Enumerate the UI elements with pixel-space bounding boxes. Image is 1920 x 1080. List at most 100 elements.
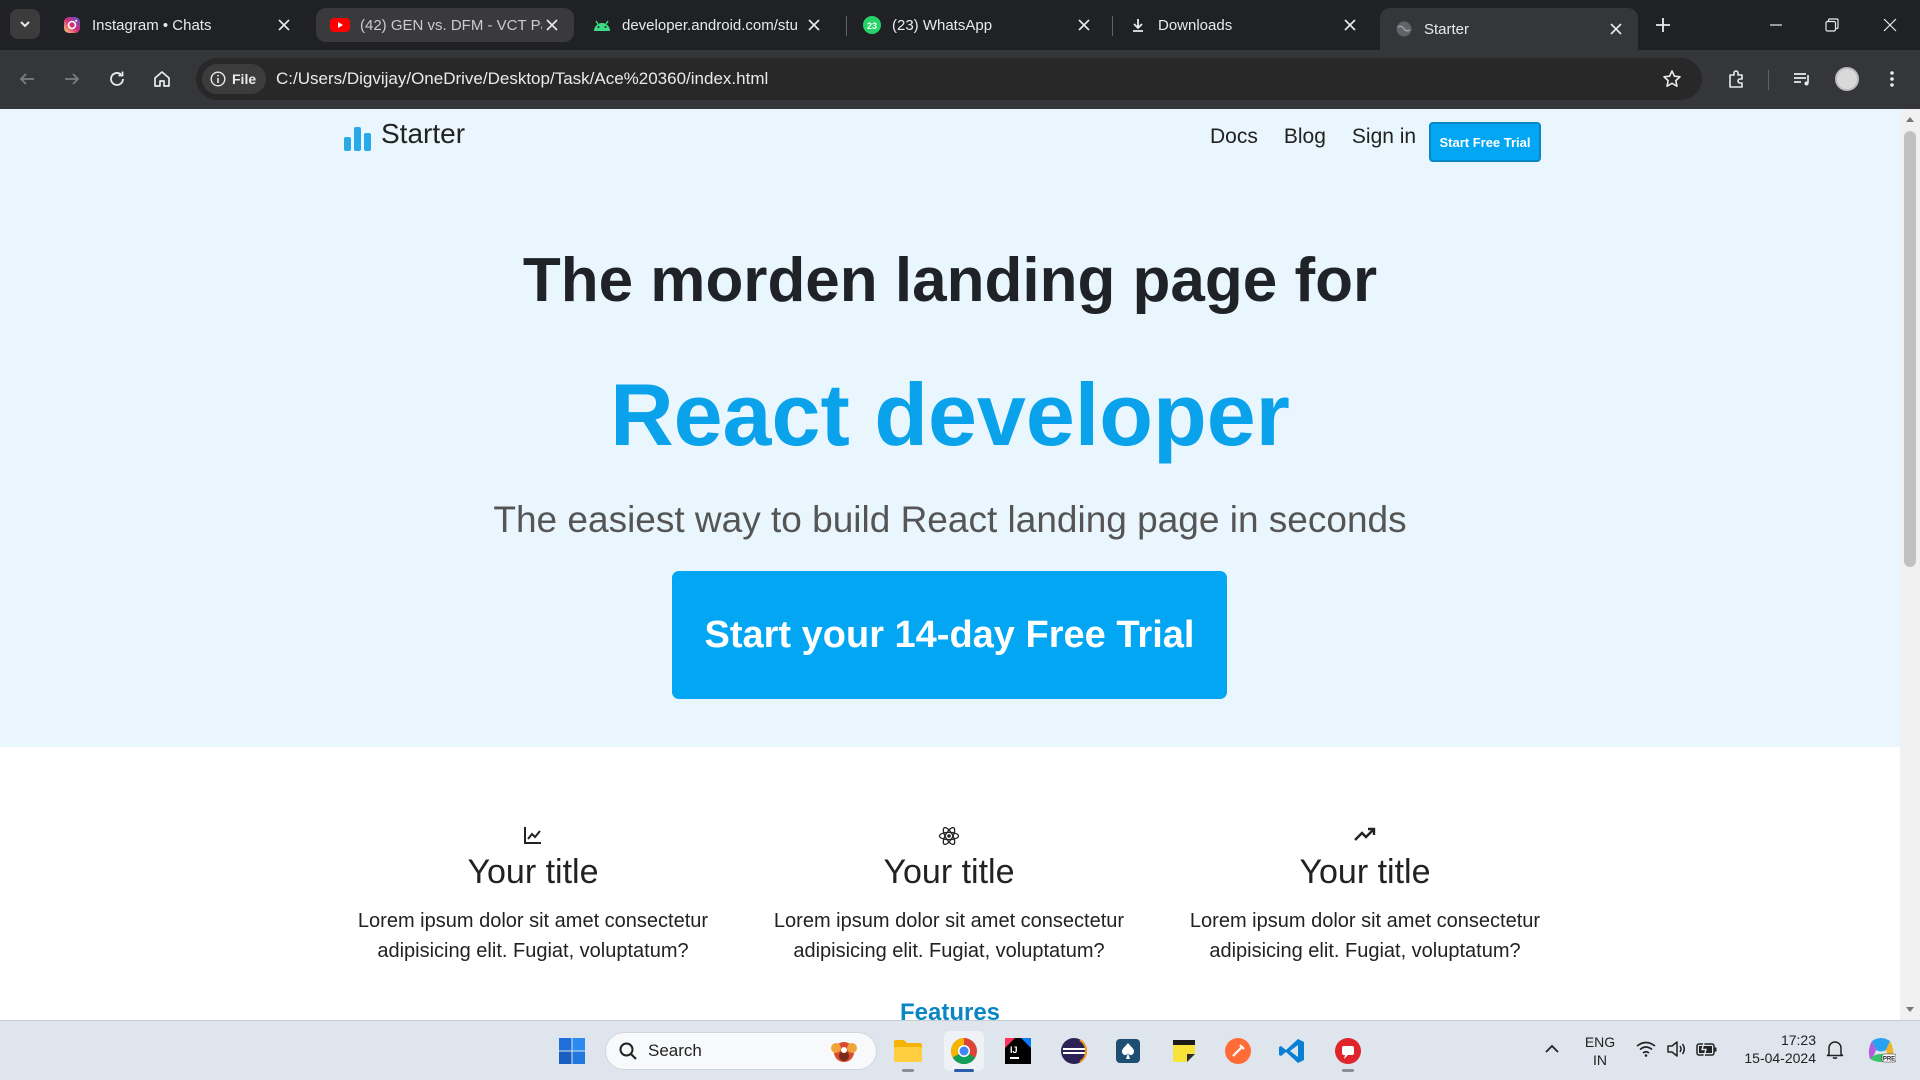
home-icon xyxy=(154,71,170,87)
close-icon[interactable] xyxy=(804,15,824,35)
chip-label: File xyxy=(232,71,257,87)
feature-description-line: Lorem ipsum dolor sit amet consectetur xyxy=(357,910,709,932)
search-highlight-icon xyxy=(826,1038,862,1066)
youtube-icon xyxy=(330,15,350,35)
close-icon[interactable] xyxy=(1340,15,1360,35)
close-icon xyxy=(1883,18,1897,32)
spade-card-icon xyxy=(1116,1039,1140,1063)
back-button[interactable] xyxy=(11,63,43,95)
profile-button[interactable] xyxy=(1831,63,1863,95)
new-tab-button[interactable] xyxy=(1650,12,1676,38)
media-controls-button[interactable] xyxy=(1786,63,1818,95)
tab-search-button[interactable] xyxy=(10,9,40,39)
tab-title: Starter xyxy=(1424,20,1470,38)
running-indicator xyxy=(954,1069,974,1072)
forward-button[interactable] xyxy=(56,63,88,95)
toolbar-separator xyxy=(1768,70,1769,90)
close-icon[interactable] xyxy=(1074,15,1094,35)
tab-instagram[interactable]: Instagram • Chats xyxy=(48,8,306,42)
arrow-right-icon xyxy=(65,73,80,85)
scroll-up-arrow-icon[interactable] xyxy=(1904,113,1916,125)
scroll-down-arrow-icon[interactable] xyxy=(1904,1004,1916,1016)
url-text[interactable]: C:/Users/Digvijay/OneDrive/Desktop/Task/… xyxy=(276,69,768,89)
chevron-up-icon xyxy=(1545,1044,1559,1053)
taskbar-vscode[interactable] xyxy=(1272,1031,1312,1071)
feature-description-line: Lorem ipsum dolor sit amet consectetur xyxy=(773,910,1125,932)
tab-title: (23) WhatsApp xyxy=(892,16,993,34)
clock[interactable]: 17:23 15-04-2024 xyxy=(1732,1031,1816,1067)
close-window-button[interactable] xyxy=(1862,0,1918,50)
eclipse-icon xyxy=(1061,1038,1087,1064)
globe-icon xyxy=(1394,19,1414,39)
feature-description: Lorem ipsum dolor sit amet consectetur a… xyxy=(764,906,1134,966)
taskbar-file-explorer[interactable] xyxy=(888,1031,928,1072)
close-icon[interactable] xyxy=(542,15,562,35)
react-atom-icon xyxy=(764,825,1134,849)
chevron-down-icon xyxy=(20,21,30,28)
feature-description-line: adipisicing elit. Fugiat, voluptatum? xyxy=(793,940,1105,962)
tab-strip: Instagram • Chats (42) GEN vs. DFM - VCT… xyxy=(0,0,1920,50)
instagram-icon xyxy=(62,15,82,35)
tab-downloads[interactable]: Downloads xyxy=(1114,8,1372,42)
close-icon[interactable] xyxy=(274,15,294,35)
star-icon xyxy=(1663,70,1681,87)
taskbar-intellij[interactable]: IJ xyxy=(998,1031,1038,1071)
logo-text: Starter xyxy=(381,118,466,149)
feature-card: Your title Lorem ipsum dolor sit amet co… xyxy=(348,825,718,966)
clock-date: 15-04-2024 xyxy=(1744,1050,1816,1066)
close-icon[interactable] xyxy=(1606,19,1626,39)
extensions-button[interactable] xyxy=(1720,63,1752,95)
hero-section: Starter Docs Blog Sign in Start Free Tri… xyxy=(0,109,1900,747)
feature-title: Your title xyxy=(1299,853,1431,891)
restore-button[interactable] xyxy=(1804,0,1860,50)
taskbar-eclipse[interactable] xyxy=(1054,1031,1094,1071)
tab-android-developer[interactable]: developer.android.com/stu xyxy=(578,8,836,42)
copilot-icon: PRE xyxy=(1868,1038,1896,1063)
start-free-trial-button[interactable]: Start Free Trial xyxy=(1429,122,1541,162)
tab-title: (42) GEN vs. DFM - VCT Pa xyxy=(360,16,542,34)
tab-title: developer.android.com/stu xyxy=(622,16,798,34)
reload-button[interactable] xyxy=(101,63,133,95)
bookmark-star-button[interactable] xyxy=(1656,63,1688,95)
nav-signin-link[interactable]: Sign in xyxy=(1352,125,1416,149)
taskbar-solitaire[interactable] xyxy=(1108,1031,1148,1071)
taskbar-sticky-notes[interactable] xyxy=(1164,1031,1204,1071)
battery-icon[interactable] xyxy=(1696,1041,1718,1057)
site-logo[interactable]: Starter xyxy=(344,117,465,151)
minimize-button[interactable] xyxy=(1748,0,1804,50)
wifi-icon[interactable] xyxy=(1636,1041,1656,1057)
site-info-chip[interactable]: File xyxy=(202,64,267,94)
copilot-button[interactable]: PRE xyxy=(1866,1035,1896,1065)
running-indicator xyxy=(1342,1069,1354,1072)
taskbar-chrome[interactable] xyxy=(944,1031,984,1072)
tab-starter[interactable]: Starter xyxy=(1380,8,1638,50)
features-heading: Features xyxy=(899,999,1001,1020)
scrollbar-thumb[interactable] xyxy=(1904,131,1916,567)
feature-title: Your title xyxy=(883,853,1015,891)
bar-chart-logo-icon xyxy=(344,125,371,151)
taskbar-postman[interactable] xyxy=(1218,1031,1258,1071)
page-scrollbar[interactable] xyxy=(1900,109,1920,1020)
tab-separator xyxy=(846,16,847,36)
tab-whatsapp[interactable]: 23 (23) WhatsApp xyxy=(848,8,1106,42)
restore-icon xyxy=(1825,18,1839,32)
show-hidden-icons-button[interactable] xyxy=(1544,1043,1560,1055)
nav-docs-link[interactable]: Docs xyxy=(1210,125,1258,149)
browser-menu-button[interactable] xyxy=(1876,63,1908,95)
notifications-button[interactable] xyxy=(1826,1039,1844,1059)
taskbar-search[interactable]: Search xyxy=(605,1032,877,1070)
volume-icon[interactable] xyxy=(1666,1041,1686,1057)
language-indicator[interactable]: ENG IN xyxy=(1578,1033,1622,1069)
feature-card: Your title Lorem ipsum dolor sit amet co… xyxy=(1180,825,1550,966)
hero-trial-button[interactable]: Start your 14-day Free Trial xyxy=(672,571,1227,699)
taskbar-red-app[interactable] xyxy=(1328,1031,1368,1072)
sticky-note-icon xyxy=(1173,1040,1195,1062)
start-button[interactable] xyxy=(552,1031,592,1071)
tab-youtube[interactable]: (42) GEN vs. DFM - VCT Pa xyxy=(316,8,574,42)
hero-headline: The morden landing page for xyxy=(522,246,1378,315)
address-bar[interactable]: File C:/Users/Digvijay/OneDrive/Desktop/… xyxy=(196,58,1702,100)
nav-blog-link[interactable]: Blog xyxy=(1284,125,1326,149)
svg-text:23: 23 xyxy=(867,21,877,31)
playlist-icon xyxy=(1794,73,1809,86)
home-button[interactable] xyxy=(146,63,178,95)
